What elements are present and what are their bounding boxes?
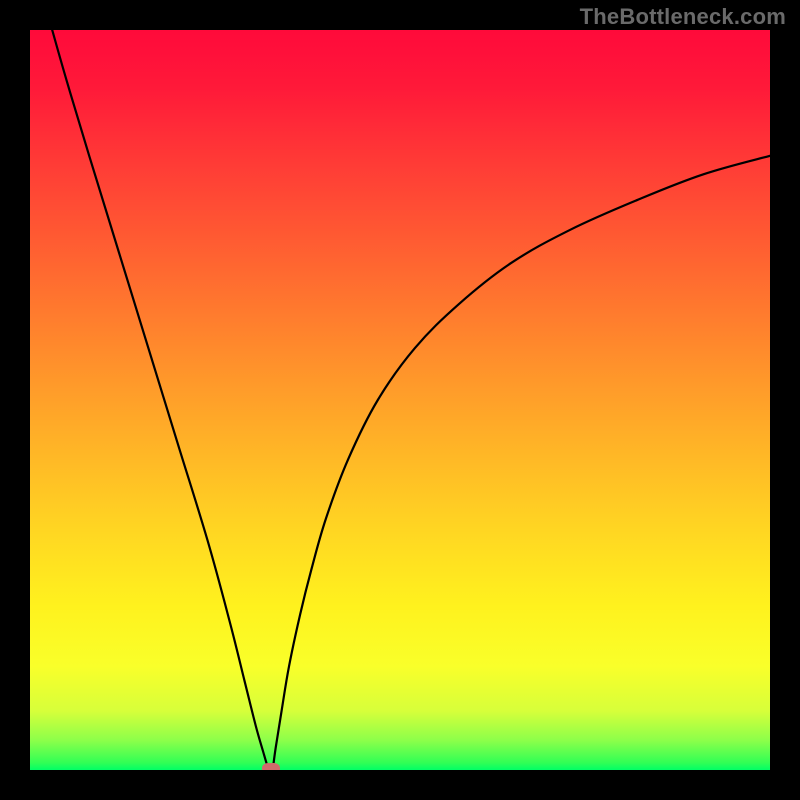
curve-left-branch — [52, 30, 269, 770]
chart-container: TheBottleneck.com — [0, 0, 800, 800]
optimal-point-marker — [262, 763, 280, 770]
curve-right-branch — [273, 156, 770, 770]
watermark-text: TheBottleneck.com — [580, 4, 786, 30]
plot-area — [30, 30, 770, 770]
bottleneck-curve — [30, 30, 770, 770]
